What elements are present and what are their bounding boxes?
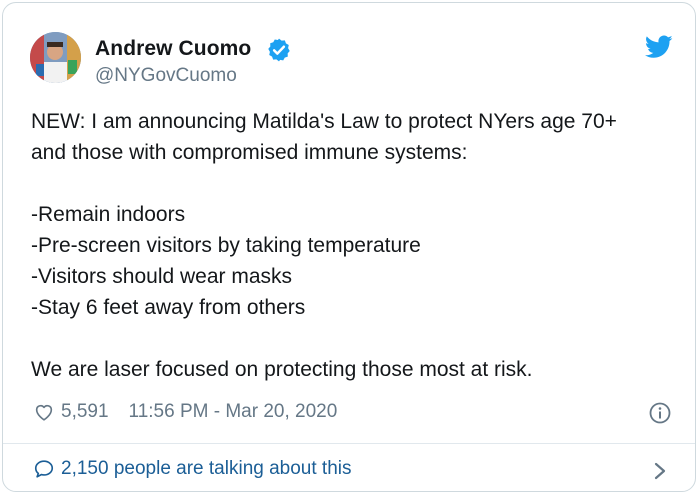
- author-name[interactable]: Andrew Cuomo: [95, 37, 251, 61]
- author-handle[interactable]: @NYGovCuomo: [95, 65, 237, 87]
- tweet-meta: 5,591 11:56 PM - Mar 20, 2020: [33, 401, 337, 423]
- chevron-right-icon[interactable]: [651, 460, 669, 482]
- conversation-link[interactable]: 2,150 people are talking about this: [33, 458, 352, 480]
- tweet-text-line: -Visitors should wear masks: [31, 265, 293, 288]
- tweet-card[interactable]: Andrew Cuomo @NYGovCuomo NEW: I am annou…: [2, 2, 696, 492]
- tweet-text-line: NEW: I am announcing Matilda's Law to pr…: [31, 110, 617, 133]
- divider: [3, 443, 695, 444]
- tweet-text-line: [31, 323, 681, 354]
- heart-icon[interactable]: [33, 401, 55, 423]
- speech-bubble-icon: [34, 460, 54, 478]
- info-icon[interactable]: [648, 401, 672, 425]
- like-count[interactable]: 5,591: [61, 401, 109, 423]
- tweet-text: NEW: I am announcing Matilda's Law to pr…: [31, 106, 681, 385]
- tweet-timestamp[interactable]: 11:56 PM - Mar 20, 2020: [129, 401, 338, 423]
- tweet-text-line: and those with compromised immune system…: [31, 141, 468, 164]
- tweet-text-line: We are laser focused on protecting those…: [31, 358, 533, 381]
- verified-badge-icon: [268, 38, 290, 62]
- tweet-text-line: -Pre-screen visitors by taking temperatu…: [31, 234, 421, 257]
- twitter-bird-icon[interactable]: [645, 35, 673, 59]
- tweet-text-line: -Remain indoors: [31, 203, 186, 226]
- avatar[interactable]: [30, 32, 81, 83]
- conversation-count[interactable]: 2,150 people are talking about this: [61, 458, 352, 480]
- tweet-text-line: [31, 168, 681, 199]
- tweet-text-line: -Stay 6 feet away from others: [31, 296, 306, 319]
